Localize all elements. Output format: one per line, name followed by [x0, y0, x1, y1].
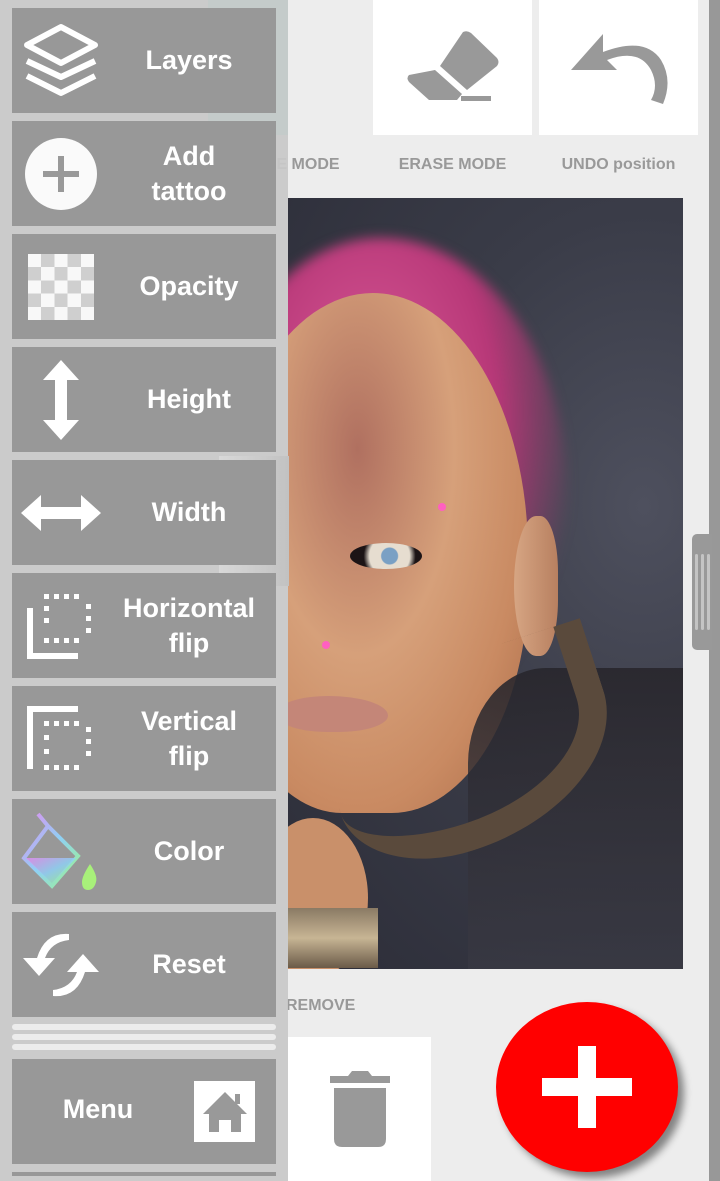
drawer-item-label: Opacity [139, 271, 239, 301]
undo-position-button[interactable] [539, 0, 698, 135]
undo-icon [570, 33, 668, 104]
eraser-icon [407, 30, 498, 101]
drawer-item-height[interactable]: Height [12, 347, 276, 452]
drawer-item-label: Width [151, 497, 227, 527]
vertical-flip-icon [27, 705, 91, 770]
drawer-item-add-tattoo[interactable]: Add tattoo [12, 121, 276, 226]
undo-position-label: UNDO position [561, 156, 676, 173]
drawer-item-label: Reset [152, 949, 226, 979]
drawer-item-label: Add tattoo [151, 140, 227, 206]
layers-icon [24, 23, 98, 96]
nose-piercing [322, 641, 330, 649]
trash-icon [329, 1071, 390, 1147]
photo-eye [350, 543, 422, 569]
drawer-divider [12, 1044, 276, 1050]
home-icon-box [194, 1081, 255, 1142]
drawer-item-reset[interactable]: Reset [12, 912, 276, 1017]
remove-label: REMOVE [286, 997, 356, 1014]
vertical-arrow-icon [43, 359, 79, 440]
add-circle-icon [25, 137, 97, 210]
drawer-item-vertical-flip[interactable]: Vertical flip [12, 686, 276, 791]
erase-mode-label: ERASE MODE [398, 156, 507, 173]
checkerboard-icon [28, 253, 94, 320]
refresh-icon [23, 933, 99, 996]
drawer-item-label: Layers [145, 45, 233, 75]
paint-bucket-icon [21, 812, 97, 890]
drawer-item-label: Color [153, 836, 225, 866]
drawer-item-opacity[interactable]: Opacity [12, 234, 276, 339]
plus-icon [542, 1046, 632, 1128]
photo-bracelet [288, 908, 378, 968]
drawer-item-menu[interactable]: Menu [12, 1059, 276, 1164]
drawer-divider [12, 1024, 276, 1030]
drawer-item-label: Menu [62, 1094, 134, 1124]
side-drawer-handle[interactable] [692, 534, 712, 650]
drawer-divider [12, 1034, 276, 1040]
drawer-item-color[interactable]: Color [12, 799, 276, 904]
drawer-item-layers[interactable]: Layers [12, 8, 276, 113]
tools-drawer: Layers Add tattoo Opacity Height Width H… [0, 0, 289, 1181]
add-button[interactable] [496, 1002, 678, 1172]
eyebrow-piercing [438, 503, 446, 511]
drawer-item-width[interactable]: Width [12, 460, 276, 565]
tattoo-canvas-photo[interactable] [288, 198, 683, 969]
horizontal-flip-icon [27, 593, 91, 659]
horizontal-arrow-icon [21, 494, 101, 531]
home-icon [202, 1091, 247, 1132]
drawer-item-partial [12, 1172, 276, 1176]
drawer-item-label: Height [147, 384, 231, 414]
drawer-item-label: Horizontal flip [123, 592, 255, 658]
drawer-item-label: Vertical flip [140, 705, 238, 771]
remove-button[interactable] [288, 1037, 431, 1181]
erase-mode-button[interactable] [373, 0, 532, 135]
drawer-item-horizontal-flip[interactable]: Horizontal flip [12, 573, 276, 678]
